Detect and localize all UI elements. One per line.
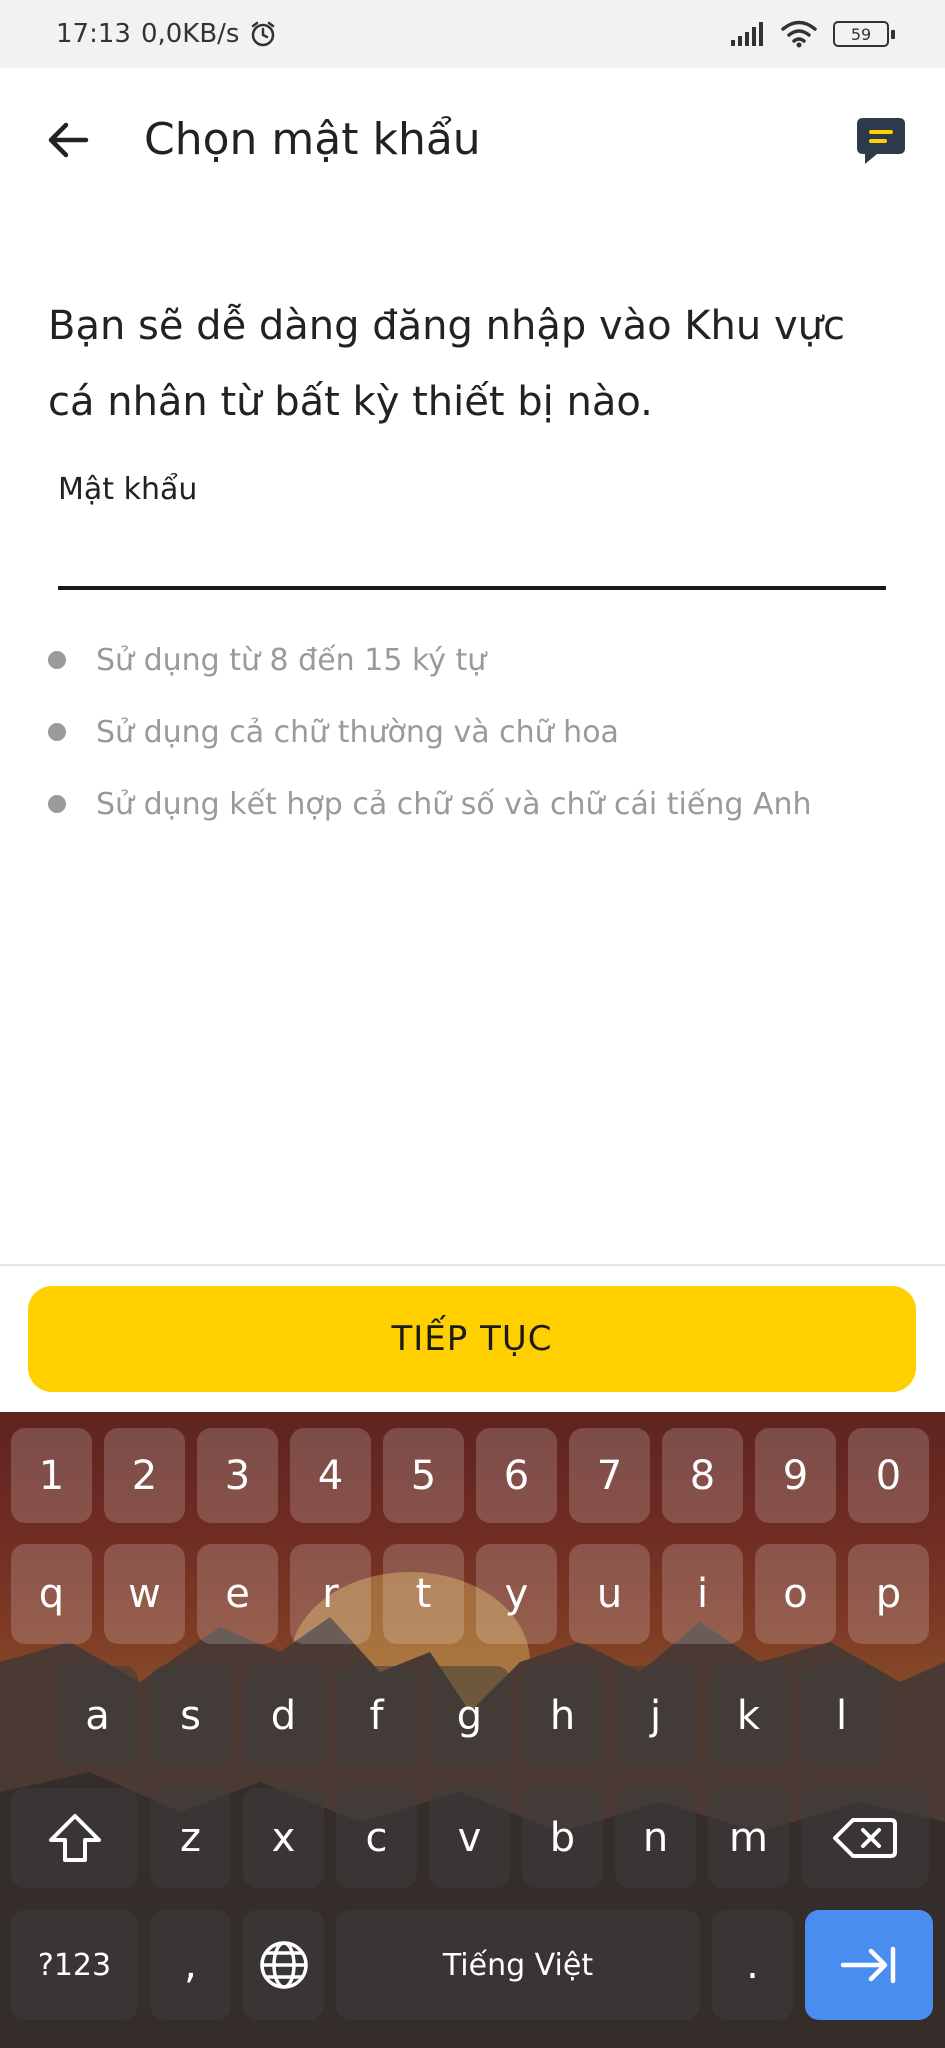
battery-icon: 59 [833,21,895,47]
key-j[interactable]: j [615,1666,696,1766]
back-button[interactable] [40,112,96,168]
period-key[interactable]: . [712,1910,793,2020]
password-input[interactable] [58,518,886,590]
enter-key[interactable] [805,1910,933,2020]
status-left: 17:13 0,0KB/s [56,19,277,49]
bullet-icon [48,723,66,741]
wifi-icon [781,20,817,48]
key-8[interactable]: 8 [662,1428,743,1523]
continue-button[interactable]: TIẾP TỤC [28,1286,916,1392]
chat-icon [857,118,905,164]
signal-icon [731,22,763,46]
key-q[interactable]: q [11,1544,92,1644]
key-3[interactable]: 3 [197,1428,278,1523]
key-c[interactable]: c [336,1788,417,1888]
key-l[interactable]: l [801,1666,882,1766]
divider [0,1264,945,1266]
key-y[interactable]: y [476,1544,557,1644]
requirement-item: Sử dụng từ 8 đến 15 ký tự [48,624,812,696]
alarm-icon [252,21,275,47]
key-4[interactable]: 4 [290,1428,371,1523]
bullet-icon [48,795,66,813]
key-u[interactable]: u [569,1544,650,1644]
requirement-text: Sử dụng từ 8 đến 15 ký tự [96,642,487,678]
shift-key[interactable] [11,1788,138,1888]
chat-button[interactable] [853,112,909,168]
key-w[interactable]: w [104,1544,185,1644]
key-9[interactable]: 9 [755,1428,836,1523]
key-1[interactable]: 1 [11,1428,92,1523]
key-d[interactable]: d [243,1666,324,1766]
key-o[interactable]: o [755,1544,836,1644]
password-label: Mật khẩu [58,472,198,507]
space-key[interactable]: Tiếng Việt [336,1910,700,2020]
backspace-key[interactable] [801,1788,929,1888]
requirement-text: Sử dụng kết hợp cả chữ số và chữ cái tiế… [96,786,812,822]
password-requirements: Sử dụng từ 8 đến 15 ký tự Sử dụng cả chữ… [48,624,812,840]
requirement-item: Sử dụng kết hợp cả chữ số và chữ cái tiế… [48,768,812,840]
key-v[interactable]: v [429,1788,510,1888]
status-right: 59 [731,20,895,48]
globe-icon [259,1941,308,1989]
key-m[interactable]: m [708,1788,789,1888]
key-x[interactable]: x [243,1788,324,1888]
key-i[interactable]: i [662,1544,743,1644]
symbols-key[interactable]: ?123 [11,1910,138,2020]
keyboard: 1 2 3 4 5 6 7 8 9 0 q w e r t y u i o p … [0,1412,945,2048]
key-s[interactable]: s [150,1666,231,1766]
key-0[interactable]: 0 [848,1428,929,1523]
key-z[interactable]: z [150,1788,231,1888]
battery-level: 59 [850,24,872,44]
network-speed: 0,0KB/s [140,19,240,49]
page-title: Chọn mật khẩu [144,114,481,165]
screen: 17:13 0,0KB/s 59 Chọn mật khẩu Bạn sẽ dễ… [0,0,945,2048]
bullet-icon [48,651,66,669]
key-7[interactable]: 7 [569,1428,650,1523]
key-b[interactable]: b [522,1788,603,1888]
key-n[interactable]: n [615,1788,696,1888]
key-t[interactable]: t [383,1544,464,1644]
key-g[interactable]: g [429,1666,510,1766]
backspace-icon [833,1818,897,1858]
back-arrow-icon [48,122,89,158]
key-5[interactable]: 5 [383,1428,464,1523]
key-f[interactable]: f [336,1666,417,1766]
key-6[interactable]: 6 [476,1428,557,1523]
app-bar: Chọn mật khẩu [0,68,945,208]
key-r[interactable]: r [290,1544,371,1644]
key-a[interactable]: a [57,1666,138,1766]
status-bar: 17:13 0,0KB/s 59 [0,0,945,68]
language-key[interactable] [243,1910,324,2020]
comma-key[interactable]: , [150,1910,231,2020]
status-time: 17:13 [56,19,131,49]
key-p[interactable]: p [848,1544,929,1644]
key-h[interactable]: h [522,1666,603,1766]
requirement-item: Sử dụng cả chữ thường và chữ hoa [48,696,812,768]
requirement-text: Sử dụng cả chữ thường và chữ hoa [96,714,619,750]
enter-arrow-icon [840,1946,896,1984]
key-e[interactable]: e [197,1544,278,1644]
key-2[interactable]: 2 [104,1428,185,1523]
intro-text: Bạn sẽ dễ dàng đăng nhập vào Khu vực cá … [48,303,845,425]
key-k[interactable]: k [708,1666,789,1766]
shift-icon [48,1814,101,1862]
